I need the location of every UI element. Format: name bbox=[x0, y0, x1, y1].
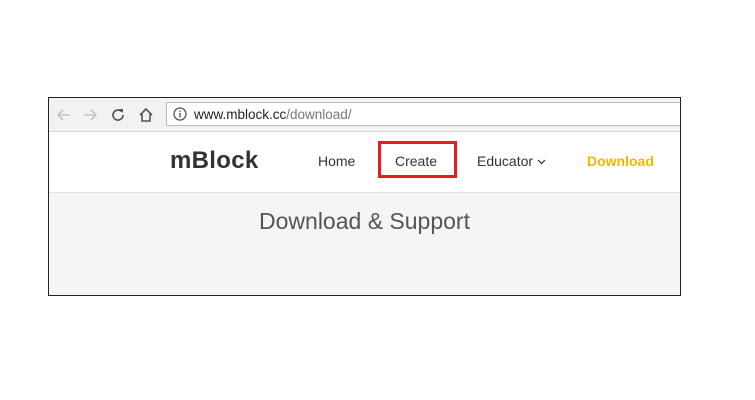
arrow-left-icon bbox=[56, 109, 70, 121]
reload-icon bbox=[112, 109, 124, 121]
info-icon[interactable] bbox=[173, 107, 187, 121]
nav-create-link[interactable]: Create bbox=[395, 153, 437, 169]
back-button[interactable] bbox=[53, 104, 75, 126]
chevron-down-icon bbox=[537, 159, 546, 165]
home-button[interactable] bbox=[135, 104, 157, 126]
nav-download-link[interactable]: Download bbox=[587, 153, 654, 169]
site-logo[interactable]: mBlock bbox=[170, 147, 259, 175]
address-bar[interactable]: www.mblock.cc/download/ bbox=[166, 102, 680, 126]
page-content: Download & Support bbox=[49, 193, 680, 295]
home-icon bbox=[139, 107, 153, 122]
arrow-right-icon bbox=[84, 109, 98, 121]
nav-educator-label: Educator bbox=[477, 153, 534, 169]
page-title: Download & Support bbox=[259, 208, 470, 234]
site-header: mBlock Home Create Educator Download bbox=[49, 132, 680, 193]
forward-button[interactable] bbox=[79, 104, 101, 126]
url-text: www.mblock.cc/download/ bbox=[194, 107, 352, 123]
nav-educator-link[interactable]: Educator bbox=[477, 153, 546, 169]
url-path: /download/ bbox=[286, 107, 352, 122]
screenshot-frame: www.mblock.cc/download/ mBlock Home Crea… bbox=[48, 97, 681, 296]
browser-toolbar: www.mblock.cc/download/ bbox=[49, 98, 680, 132]
nav-home-link[interactable]: Home bbox=[318, 153, 355, 169]
reload-button[interactable] bbox=[107, 104, 129, 126]
url-domain: www.mblock.cc bbox=[194, 107, 287, 122]
